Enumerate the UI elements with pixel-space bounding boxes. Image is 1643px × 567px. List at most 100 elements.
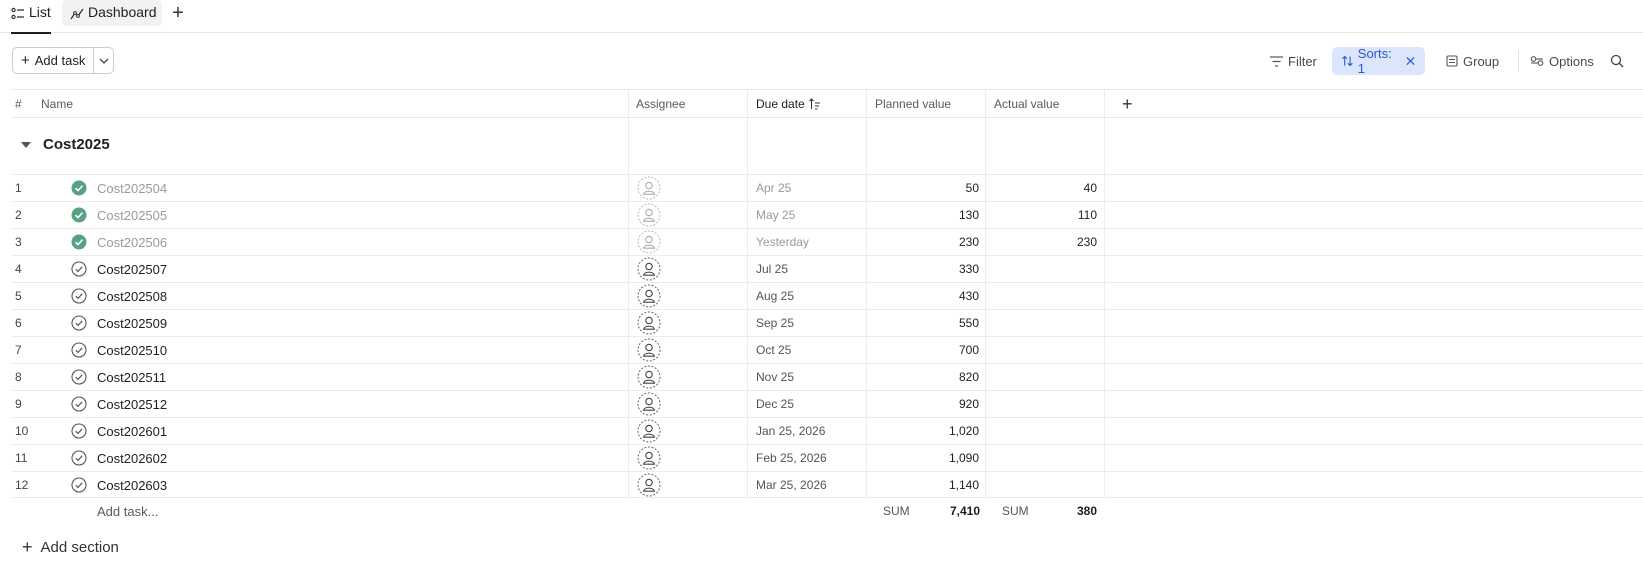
planned-value[interactable]: 330 [869, 256, 979, 282]
assignee-avatar-icon[interactable] [637, 257, 661, 281]
task-name[interactable]: Cost202511 [97, 364, 166, 390]
due-date[interactable]: Dec 25 [756, 391, 794, 417]
assignee-avatar-icon[interactable] [637, 284, 661, 308]
planned-value[interactable]: 1,090 [869, 445, 979, 471]
check-complete-icon[interactable] [71, 180, 87, 196]
add-task-button[interactable]: + Add task [13, 48, 95, 73]
due-date[interactable]: Apr 25 [756, 175, 791, 201]
column-header-planned-value[interactable]: Planned value [875, 90, 951, 118]
check-circle-icon[interactable] [71, 450, 87, 466]
task-name[interactable]: Cost202505 [97, 202, 167, 228]
column-header-actual-value[interactable]: Actual value [994, 90, 1059, 118]
options-button[interactable]: Options [1530, 47, 1594, 75]
add-section-button[interactable]: + Add section [20, 537, 119, 558]
due-date[interactable]: Sep 25 [756, 310, 794, 336]
table-row[interactable]: 9 Cost202512 Dec 25 920 [11, 390, 1643, 417]
actual-value[interactable] [983, 310, 1097, 336]
group-button[interactable]: Group [1446, 47, 1499, 75]
actual-value[interactable]: 230 [983, 229, 1097, 255]
assignee-avatar-icon[interactable] [637, 311, 661, 335]
task-name[interactable]: Cost202504 [97, 175, 167, 201]
assignee-avatar-icon[interactable] [637, 176, 661, 200]
task-name[interactable]: Cost202507 [97, 256, 167, 282]
task-name[interactable]: Cost202508 [97, 283, 167, 309]
assignee-avatar-icon[interactable] [637, 473, 661, 497]
check-circle-icon[interactable] [71, 396, 87, 412]
planned-value[interactable]: 820 [869, 364, 979, 390]
actual-value[interactable] [983, 445, 1097, 471]
task-name[interactable]: Cost202510 [97, 337, 167, 363]
actual-value[interactable] [983, 337, 1097, 363]
assignee-avatar-icon[interactable] [637, 230, 661, 254]
actual-value[interactable]: 40 [983, 175, 1097, 201]
check-circle-icon[interactable] [71, 261, 87, 277]
assignee-avatar-icon[interactable] [637, 203, 661, 227]
filter-button[interactable]: Filter [1270, 47, 1317, 75]
section-header[interactable]: Cost2025 [20, 136, 110, 153]
task-name[interactable]: Cost202601 [97, 418, 167, 444]
table-row[interactable]: 11 Cost202602 Feb 25, 2026 1,090 [11, 444, 1643, 471]
task-name[interactable]: Cost202602 [97, 445, 167, 471]
assignee-avatar-icon[interactable] [637, 419, 661, 443]
planned-value[interactable]: 130 [869, 202, 979, 228]
check-circle-icon[interactable] [71, 477, 87, 493]
tab-list[interactable]: List [11, 0, 51, 34]
actual-value[interactable] [983, 364, 1097, 390]
task-name[interactable]: Cost202509 [97, 310, 167, 336]
table-row[interactable]: 8 Cost202511 Nov 25 820 [11, 363, 1643, 390]
table-row[interactable]: 7 Cost202510 Oct 25 700 [11, 336, 1643, 363]
actual-value[interactable] [983, 472, 1097, 498]
column-header-name[interactable]: Name [41, 90, 73, 118]
column-header-due-date[interactable]: Due date [756, 90, 821, 118]
table-row[interactable]: 2 Cost202505 May 25 130 110 [11, 201, 1643, 228]
due-date[interactable]: Feb 25, 2026 [756, 445, 827, 471]
tab-dashboard[interactable]: Dashboard [62, 0, 162, 26]
add-task-dropdown-button[interactable] [94, 48, 113, 73]
due-date[interactable]: Aug 25 [756, 283, 794, 309]
due-date[interactable]: Mar 25, 2026 [756, 472, 827, 498]
planned-value[interactable]: 430 [869, 283, 979, 309]
task-name[interactable]: Cost202512 [97, 391, 167, 417]
actual-value[interactable] [983, 391, 1097, 417]
due-date[interactable]: Nov 25 [756, 364, 794, 390]
assignee-avatar-icon[interactable] [637, 338, 661, 362]
planned-value[interactable]: 50 [869, 175, 979, 201]
actual-value[interactable] [983, 283, 1097, 309]
table-row[interactable]: 6 Cost202509 Sep 25 550 [11, 309, 1643, 336]
table-row[interactable]: 3 Cost202506 Yesterday 230 230 [11, 228, 1643, 255]
close-icon[interactable] [1406, 56, 1415, 66]
check-circle-icon[interactable] [71, 423, 87, 439]
assignee-avatar-icon[interactable] [637, 392, 661, 416]
add-column-button[interactable]: + [1122, 90, 1133, 118]
table-row[interactable]: 1 Cost202504 Apr 25 50 40 [11, 174, 1643, 201]
actual-value[interactable] [983, 256, 1097, 282]
add-tab-button[interactable]: + [168, 2, 188, 24]
planned-value[interactable]: 920 [869, 391, 979, 417]
task-name[interactable]: Cost202506 [97, 229, 167, 255]
due-date[interactable]: Yesterday [756, 229, 809, 255]
table-row[interactable]: 10 Cost202601 Jan 25, 2026 1,020 [11, 417, 1643, 444]
planned-value[interactable]: 700 [869, 337, 979, 363]
check-circle-icon[interactable] [71, 369, 87, 385]
due-date[interactable]: May 25 [756, 202, 795, 228]
check-circle-icon[interactable] [71, 315, 87, 331]
planned-value[interactable]: 1,140 [869, 472, 979, 498]
actual-value[interactable] [983, 418, 1097, 444]
table-row[interactable]: 5 Cost202508 Aug 25 430 [11, 282, 1643, 309]
caret-down-icon[interactable] [21, 141, 31, 148]
due-date[interactable]: Jan 25, 2026 [756, 418, 825, 444]
add-task-inline[interactable]: Add task... [97, 504, 158, 519]
check-circle-icon[interactable] [71, 342, 87, 358]
search-button[interactable] [1610, 47, 1629, 75]
table-row[interactable]: 12 Cost202603 Mar 25, 2026 1,140 [11, 471, 1643, 498]
table-row[interactable]: 4 Cost202507 Jul 25 330 [11, 255, 1643, 282]
sorts-button[interactable]: Sorts: 1 [1332, 46, 1425, 76]
planned-value[interactable]: 550 [869, 310, 979, 336]
task-name[interactable]: Cost202603 [97, 472, 167, 498]
assignee-avatar-icon[interactable] [637, 446, 661, 470]
check-circle-icon[interactable] [71, 288, 87, 304]
planned-value[interactable]: 1,020 [869, 418, 979, 444]
check-complete-icon[interactable] [71, 234, 87, 250]
column-header-assignee[interactable]: Assignee [636, 90, 685, 118]
planned-value[interactable]: 230 [869, 229, 979, 255]
